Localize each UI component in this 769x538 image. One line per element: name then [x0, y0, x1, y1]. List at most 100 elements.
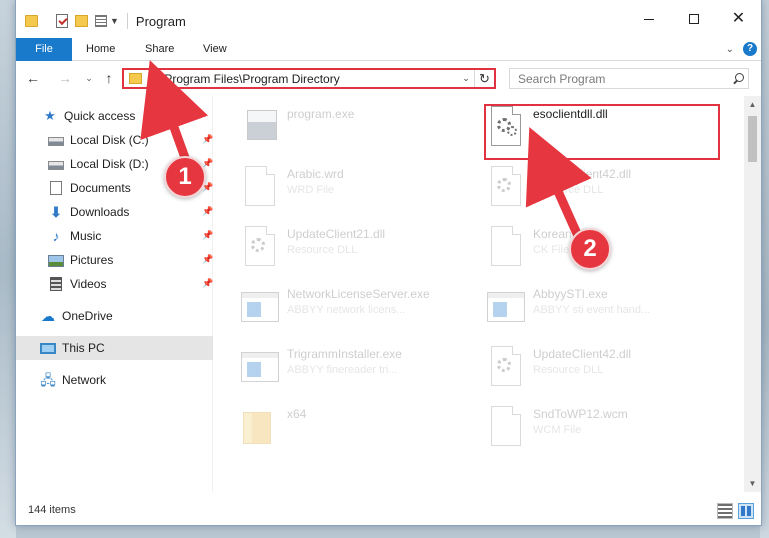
- file-item[interactable]: UpdateClient21.dll Resource DLL: [239, 224, 479, 280]
- exe-icon: [239, 284, 279, 328]
- exe-icon: [239, 344, 279, 388]
- file-item[interactable]: UpdateClient42.dll Resource DLL: [485, 344, 725, 400]
- window-controls: ✕: [626, 0, 761, 30]
- folder-icon: [25, 15, 38, 27]
- sidebar-item-label: Videos: [70, 277, 107, 291]
- chevron-down-icon[interactable]: ▼: [110, 16, 119, 26]
- file-type: ABBYY network licens...: [287, 304, 406, 316]
- scroll-up-arrow[interactable]: ▲: [744, 96, 761, 113]
- annotation-callout-1: 1: [164, 156, 206, 198]
- disk-icon: [48, 161, 64, 170]
- sidebar-item-label: Quick access: [64, 109, 136, 123]
- file-item[interactable]: x64: [239, 404, 479, 460]
- sidebar-item-local-disk-c[interactable]: Local Disk (C:) 📌: [16, 128, 213, 152]
- tab-view[interactable]: View: [203, 38, 227, 61]
- close-button[interactable]: ✕: [716, 0, 761, 38]
- sidebar-item-label: OneDrive: [62, 309, 113, 323]
- sidebar-item-network[interactable]: 🖧 Network: [16, 368, 213, 392]
- sidebar-item-this-pc[interactable]: This PC: [16, 336, 213, 360]
- sidebar-item-music[interactable]: ♪ Music 📌: [16, 224, 214, 248]
- dll-gear-icon: [239, 224, 279, 268]
- large-icons-view-icon[interactable]: [738, 503, 754, 519]
- refresh-icon[interactable]: ↻: [474, 70, 494, 87]
- file-type: ABBYY finereader tri...: [287, 364, 398, 376]
- maximize-button[interactable]: [671, 0, 716, 38]
- desktop-background-left: [0, 0, 16, 538]
- folder-icon: [129, 73, 142, 84]
- network-icon: 🖧: [40, 372, 56, 388]
- exe-icon: [485, 284, 525, 328]
- close-icon: ✕: [731, 10, 746, 27]
- file-name: program.exe: [287, 107, 355, 121]
- scrollbar-thumb[interactable]: [748, 116, 757, 162]
- program-icon: [239, 104, 279, 148]
- file-type: WRD File: [287, 184, 335, 196]
- sidebar-item-label: Network: [62, 373, 107, 387]
- sidebar-item-label: Local Disk (C:): [70, 133, 149, 147]
- sidebar-item-label: This PC: [62, 341, 105, 355]
- forward-button[interactable]: →: [56, 69, 74, 87]
- file-type: ABBYY sti event hand...: [533, 304, 651, 316]
- document-icon: [239, 164, 279, 208]
- file-item[interactable]: UpdateClient42.dll Resource DLL: [485, 164, 725, 220]
- file-name: esoclientdll.dll: [533, 107, 608, 121]
- folder-icon: [239, 404, 279, 448]
- address-path[interactable]: C:\Program Files\Program Directory: [149, 72, 458, 86]
- tab-file[interactable]: File: [16, 38, 72, 61]
- tab-share[interactable]: Share: [145, 38, 174, 61]
- item-count: 144 items: [28, 504, 76, 516]
- toolbar-divider: [126, 13, 128, 29]
- file-item[interactable]: Arabic.wrd WRD File: [239, 164, 479, 220]
- expand-ribbon-icon[interactable]: ⌄: [726, 44, 734, 55]
- file-item[interactable]: SndToWP12.wcm WCM File: [485, 404, 725, 460]
- file-item[interactable]: program.exe: [239, 104, 479, 160]
- minimize-button[interactable]: [626, 0, 671, 38]
- pin-icon: 📌: [202, 278, 214, 288]
- sidebar-item-downloads[interactable]: ⬇ Downloads 📌: [16, 200, 213, 224]
- status-bar: 144 items: [16, 500, 761, 524]
- file-type: CK File: [533, 244, 570, 256]
- minimize-icon: [643, 18, 654, 20]
- file-name: SndToWP12.wcm: [533, 407, 628, 421]
- tab-home[interactable]: Home: [86, 38, 115, 61]
- file-item[interactable]: AbbyySTI.exe ABBYY sti event hand...: [485, 284, 725, 340]
- onedrive-icon: ☁: [41, 308, 55, 324]
- sidebar-item-quick-access[interactable]: ★ Quick access: [16, 104, 213, 128]
- file-item-esoclientdll[interactable]: esoclientdll.dll: [485, 104, 725, 160]
- scroll-down-arrow[interactable]: ▼: [744, 475, 761, 492]
- sidebar-item-label: Documents: [70, 181, 131, 195]
- back-button[interactable]: ←: [24, 69, 42, 87]
- file-item[interactable]: NetworkLicenseServer.exe ABBYY network li…: [239, 284, 479, 340]
- quick-access-toolbar: ▼ Program: [25, 11, 186, 31]
- music-icon: ♪: [52, 228, 60, 244]
- sidebar-item-videos[interactable]: Videos 📌: [16, 272, 213, 296]
- pictures-icon: [48, 254, 64, 267]
- properties-icon[interactable]: [56, 14, 68, 28]
- customize-icon[interactable]: [95, 15, 107, 27]
- sidebar-item-onedrive[interactable]: ☁ OneDrive: [16, 304, 213, 328]
- up-button[interactable]: ↑: [100, 69, 118, 87]
- ribbon-tabs: File Home Share View ⌄ ?: [16, 38, 761, 61]
- recent-locations-button[interactable]: ⌄: [80, 69, 98, 87]
- details-view-icon[interactable]: [717, 503, 733, 519]
- vertical-scrollbar[interactable]: ▲ ▼: [744, 96, 761, 492]
- dll-gear-icon: [485, 104, 525, 148]
- search-icon[interactable]: [730, 70, 748, 87]
- address-bar[interactable]: C:\Program Files\Program Directory ⌄ ↻: [122, 68, 496, 89]
- file-name: TrigrammInstaller.exe: [287, 347, 402, 361]
- search-placeholder: Search Program: [518, 71, 606, 86]
- sidebar-item-label: Pictures: [70, 253, 114, 267]
- new-folder-icon[interactable]: [75, 15, 88, 27]
- pin-icon: 📌: [202, 254, 214, 264]
- search-input[interactable]: Search Program: [509, 68, 749, 89]
- downloads-icon: ⬇: [50, 204, 62, 220]
- help-button[interactable]: ?: [743, 42, 757, 56]
- file-item[interactable]: TrigrammInstaller.exe ABBYY finereader tr…: [239, 344, 479, 400]
- file-name: AbbyySTI.exe: [533, 287, 608, 301]
- sidebar-item-pictures[interactable]: Pictures 📌: [16, 248, 213, 272]
- navigation-bar: ← → ⌄ ↑ C:\Program Files\Program Directo…: [16, 61, 761, 96]
- file-name: Korean: [533, 227, 572, 241]
- chevron-down-icon[interactable]: ⌄: [458, 73, 474, 84]
- window-title: Program: [135, 13, 186, 29]
- document-icon: [485, 224, 525, 268]
